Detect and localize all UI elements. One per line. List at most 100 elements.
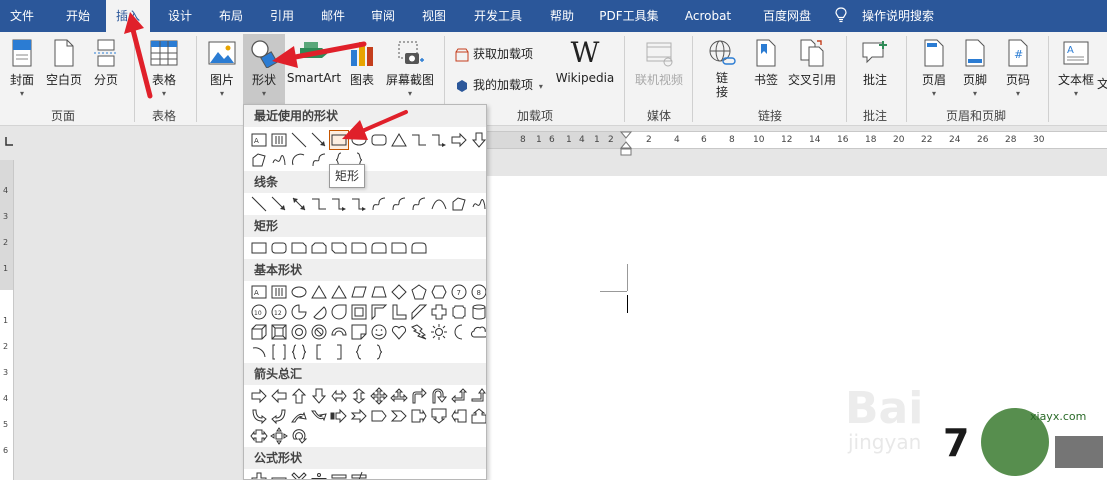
- curvl-shape[interactable]: [270, 407, 288, 425]
- cloud-shape[interactable]: [470, 323, 486, 341]
- eqequal-shape[interactable]: [330, 471, 348, 479]
- tab-layout[interactable]: 布局: [209, 0, 253, 32]
- curved-connector-shape[interactable]: [310, 151, 328, 169]
- callr-shape[interactable]: [410, 407, 428, 425]
- tab-acrobat[interactable]: Acrobat: [677, 0, 739, 32]
- eqdiv-shape[interactable]: [310, 471, 328, 479]
- trap-shape[interactable]: [370, 283, 388, 301]
- tell-me-search[interactable]: 操作说明搜索: [856, 0, 940, 32]
- footer-button[interactable]: 页脚 ▾: [957, 38, 993, 98]
- notchedr-shape[interactable]: [350, 407, 368, 425]
- oct-shape[interactable]: 8: [470, 283, 486, 301]
- curvu-shape[interactable]: [290, 407, 308, 425]
- rectangle-shape[interactable]: [329, 130, 349, 150]
- more-text-button[interactable]: 文: [1097, 75, 1107, 92]
- callquad-shape[interactable]: [270, 427, 288, 445]
- tab-developer[interactable]: 开发工具: [466, 0, 530, 32]
- oval-shape[interactable]: [290, 283, 308, 301]
- wikipedia-button[interactable]: W Wikipedia: [555, 38, 615, 86]
- tab-pdf-tools[interactable]: PDF工具集: [594, 0, 664, 32]
- fold-shape[interactable]: [350, 323, 368, 341]
- lrudarrow-shape[interactable]: [390, 387, 408, 405]
- curvr-shape[interactable]: [250, 407, 268, 425]
- vertical-text-box-shape[interactable]: [270, 131, 288, 149]
- eqplus-shape[interactable]: [250, 471, 268, 479]
- indent-marker-icon[interactable]: [620, 131, 632, 157]
- snipdiag-shape[interactable]: [330, 239, 348, 257]
- shapes-button[interactable]: 形状 ▾: [243, 34, 285, 106]
- callu-shape[interactable]: [470, 407, 486, 425]
- tab-design[interactable]: 设计: [160, 0, 200, 32]
- round1-shape[interactable]: [390, 239, 408, 257]
- tab-help[interactable]: 帮助: [542, 0, 582, 32]
- quadarrow-shape[interactable]: [370, 387, 388, 405]
- curvd-shape[interactable]: [310, 407, 328, 425]
- dec-shape[interactable]: 10: [250, 303, 268, 321]
- elbow-arrow-connector-shape[interactable]: [350, 195, 368, 213]
- stripedr-shape[interactable]: [330, 407, 348, 425]
- triangle-shape[interactable]: [310, 283, 328, 301]
- sun-shape[interactable]: [430, 323, 448, 341]
- uturn-shape[interactable]: [430, 387, 448, 405]
- textbox-button[interactable]: A 文本框 ▾: [1056, 38, 1096, 98]
- pentagonar-shape[interactable]: [370, 407, 388, 425]
- halfframe-shape[interactable]: [370, 303, 388, 321]
- text-box-shape[interactable]: A: [250, 283, 268, 301]
- arcr-shape[interactable]: [250, 343, 268, 361]
- lupar-shape[interactable]: [450, 387, 468, 405]
- bentup-shape[interactable]: [470, 387, 486, 405]
- rbracket-shape[interactable]: [330, 343, 348, 361]
- tab-file[interactable]: 文件: [0, 0, 44, 32]
- chord-shape[interactable]: [310, 303, 328, 321]
- vertical-ruler[interactable]: 4 3 2 1 1 2 3 4 5 6: [0, 160, 14, 480]
- para-shape[interactable]: [350, 283, 368, 301]
- diagstripe-shape[interactable]: [410, 303, 428, 321]
- chevron-shape[interactable]: [390, 407, 408, 425]
- donut-shape[interactable]: [290, 323, 308, 341]
- calll-shape[interactable]: [450, 407, 468, 425]
- smiley-shape[interactable]: [370, 323, 388, 341]
- screenshot-button[interactable]: 屏幕截图 ▾: [383, 38, 437, 98]
- line-shape[interactable]: [250, 195, 268, 213]
- larrow-shape[interactable]: [270, 387, 288, 405]
- moon-shape[interactable]: [450, 323, 468, 341]
- new-comment-button[interactable]: 批注: [857, 38, 893, 88]
- diamond-shape[interactable]: [390, 283, 408, 301]
- double-arrow-line-shape[interactable]: [290, 195, 308, 213]
- elbow-connector-shape[interactable]: [310, 195, 328, 213]
- freeform-shape[interactable]: [450, 195, 468, 213]
- arc-shape[interactable]: [290, 151, 308, 169]
- online-video-button[interactable]: 联机视频: [631, 38, 687, 88]
- tab-references[interactable]: 引用: [261, 0, 303, 32]
- bracketpair-shape[interactable]: [270, 343, 288, 361]
- circarrow-shape[interactable]: [290, 427, 308, 445]
- calld-shape[interactable]: [430, 407, 448, 425]
- plaque-shape[interactable]: [450, 303, 468, 321]
- can-shape[interactable]: [470, 303, 486, 321]
- header-button[interactable]: 页眉 ▾: [916, 38, 952, 98]
- smartart-button[interactable]: SmartArt: [286, 38, 342, 85]
- elbow-arrow-connector-shape[interactable]: [430, 131, 448, 149]
- calllr-shape[interactable]: [250, 427, 268, 445]
- tab-home[interactable]: 开始: [56, 0, 100, 32]
- text-box-shape[interactable]: A: [250, 131, 268, 149]
- freeform-shape[interactable]: [250, 151, 268, 169]
- plus-shape[interactable]: [430, 303, 448, 321]
- eqminus-shape[interactable]: [270, 471, 288, 479]
- curve-shape[interactable]: [430, 195, 448, 213]
- frame-shape[interactable]: [350, 303, 368, 321]
- tab-selector[interactable]: [0, 127, 20, 155]
- page-number-button[interactable]: # 页码 ▾: [1000, 38, 1036, 98]
- pie-shape[interactable]: [290, 303, 308, 321]
- lbracket-shape[interactable]: [310, 343, 328, 361]
- bentarrow-shape[interactable]: [410, 387, 428, 405]
- eqneq-shape[interactable]: [350, 471, 368, 479]
- snip2-shape[interactable]: [310, 239, 328, 257]
- tab-insert[interactable]: 插入: [106, 0, 150, 33]
- get-addins-button[interactable]: 获取加载项: [455, 44, 533, 64]
- blockarc-shape[interactable]: [330, 323, 348, 341]
- round1-shape[interactable]: [350, 239, 368, 257]
- elbow-connector-shape[interactable]: [410, 131, 428, 149]
- tab-view[interactable]: 视图: [414, 0, 454, 32]
- round2-shape[interactable]: [370, 239, 388, 257]
